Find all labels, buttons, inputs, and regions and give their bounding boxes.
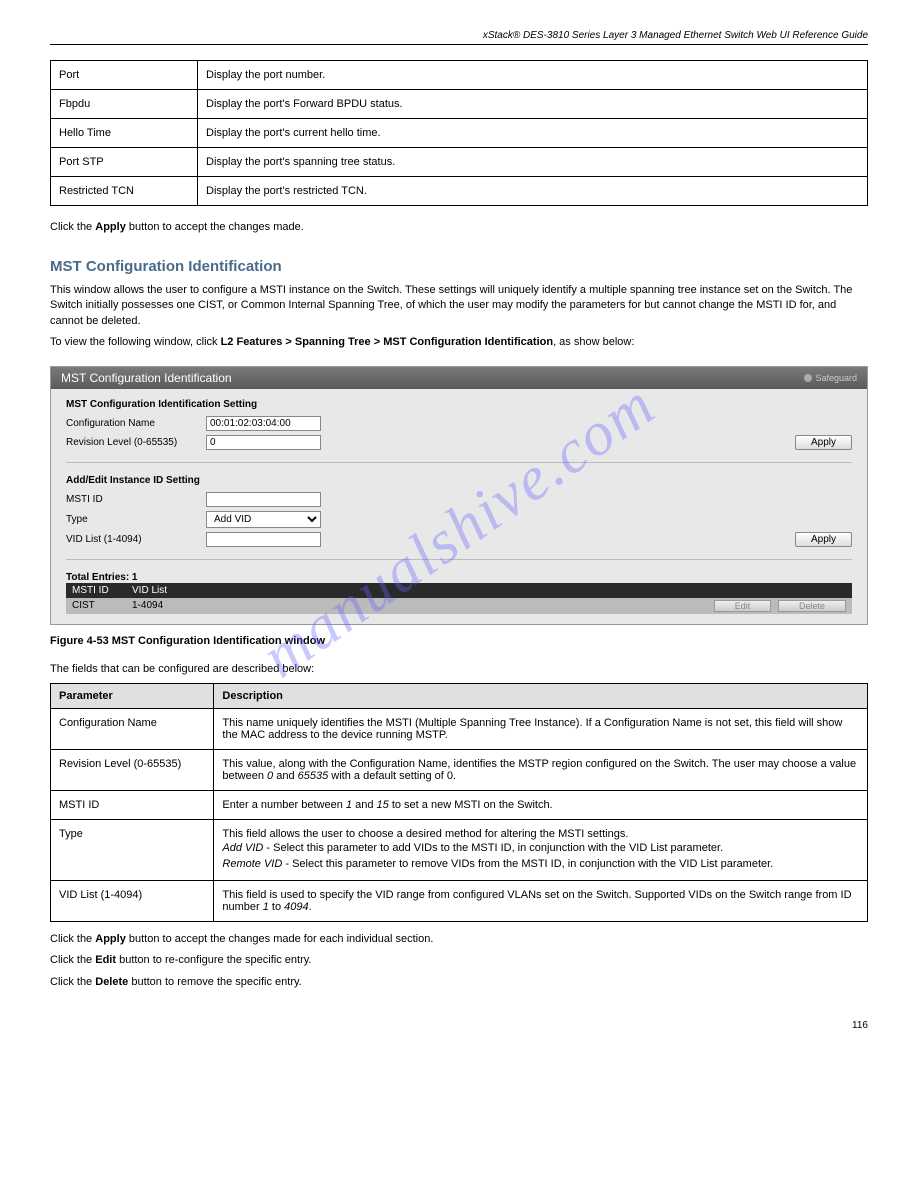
param-name: MSTI ID bbox=[51, 790, 214, 819]
cell-def: Display the port's restricted TCN. bbox=[198, 177, 868, 206]
param-desc: This value, along with the Configuration… bbox=[214, 749, 868, 790]
config-name-label: Configuration Name bbox=[66, 418, 206, 429]
cell-term: Restricted TCN bbox=[51, 177, 198, 206]
param-desc: This field allows the user to choose a d… bbox=[214, 819, 868, 880]
param-name: Configuration Name bbox=[51, 708, 214, 749]
cell-def: Display the port's current hello time. bbox=[198, 119, 868, 148]
revision-level-label: Revision Level (0-65535) bbox=[66, 437, 206, 448]
figure-caption: Figure 4-53 MST Configuration Identifica… bbox=[50, 635, 868, 647]
cell-term: Hello Time bbox=[51, 119, 198, 148]
msti-id-label: MSTI ID bbox=[66, 494, 206, 505]
type-select[interactable]: Add VID bbox=[206, 511, 321, 528]
safeguard-badge: Safeguard bbox=[804, 373, 857, 383]
mst-setting-title: MST Configuration Identification Setting bbox=[66, 399, 852, 410]
safeguard-icon bbox=[804, 374, 812, 382]
config-name-input[interactable] bbox=[206, 416, 321, 431]
table-row: Port STPDisplay the port's spanning tree… bbox=[51, 148, 868, 177]
table-row: VID List (1-4094) This field is used to … bbox=[51, 880, 868, 921]
cell-def: Display the port's spanning tree status. bbox=[198, 148, 868, 177]
apply-note: Click the Apply button to accept the cha… bbox=[50, 221, 868, 233]
page-header: xStack® DES-3810 Series Layer 3 Managed … bbox=[50, 30, 868, 45]
page-number: 116 bbox=[50, 1020, 868, 1031]
col-msti-id: MSTI ID bbox=[66, 583, 126, 598]
table-row: PortDisplay the port number. bbox=[51, 61, 868, 90]
table-row: Revision Level (0-65535) This value, alo… bbox=[51, 749, 868, 790]
divider bbox=[66, 559, 852, 560]
instance-setting-title: Add/Edit Instance ID Setting bbox=[66, 475, 852, 486]
table-row: FbpduDisplay the port's Forward BPDU sta… bbox=[51, 90, 868, 119]
vid-list-input[interactable] bbox=[206, 532, 321, 547]
vid-list-label: VID List (1-4094) bbox=[66, 534, 206, 545]
entries-table: MSTI ID VID List CIST 1-4094 Edit Delete bbox=[66, 583, 852, 614]
nav-path-paragraph: To view the following window, click L2 F… bbox=[50, 335, 868, 350]
table-row: Configuration Name This name uniquely id… bbox=[51, 708, 868, 749]
total-entries: Total Entries: 1 bbox=[66, 572, 852, 583]
apply-button[interactable]: Apply bbox=[795, 532, 852, 547]
edit-button[interactable]: Edit bbox=[714, 600, 772, 612]
divider bbox=[66, 462, 852, 463]
cell-def: Display the port's Forward BPDU status. bbox=[198, 90, 868, 119]
param-desc: This name uniquely identifies the MSTI (… bbox=[214, 708, 868, 749]
panel-title: MST Configuration Identification bbox=[61, 371, 232, 385]
footer-note: Click the Edit button to re-configure th… bbox=[50, 953, 868, 968]
cell-vidlist: 1-4094 bbox=[126, 598, 301, 614]
footer-note: Click the Delete button to remove the sp… bbox=[50, 975, 868, 990]
param-intro: The fields that can be configured are de… bbox=[50, 662, 868, 677]
cell-term: Port STP bbox=[51, 148, 198, 177]
table-row: CIST 1-4094 Edit Delete bbox=[66, 598, 852, 614]
parameters-table: Parameter Description Configuration Name… bbox=[50, 683, 868, 922]
cell-msti: CIST bbox=[66, 598, 126, 614]
revision-level-input[interactable] bbox=[206, 435, 321, 450]
footer-note: Click the Apply button to accept the cha… bbox=[50, 932, 868, 947]
cell-term: Port bbox=[51, 61, 198, 90]
col-vid-list: VID List bbox=[126, 583, 301, 598]
msti-id-input[interactable] bbox=[206, 492, 321, 507]
type-label: Type bbox=[66, 514, 206, 525]
table-row: MSTI ID Enter a number between 1 and 15 … bbox=[51, 790, 868, 819]
col-parameter: Parameter bbox=[51, 683, 214, 708]
definitions-table: PortDisplay the port number. FbpduDispla… bbox=[50, 60, 868, 206]
param-desc: This field is used to specify the VID ra… bbox=[214, 880, 868, 921]
col-description: Description bbox=[214, 683, 868, 708]
param-desc: Enter a number between 1 and 15 to set a… bbox=[214, 790, 868, 819]
param-name: Type bbox=[51, 819, 214, 880]
param-name: Revision Level (0-65535) bbox=[51, 749, 214, 790]
cell-def: Display the port number. bbox=[198, 61, 868, 90]
table-row: Type This field allows the user to choos… bbox=[51, 819, 868, 880]
panel-titlebar: MST Configuration Identification Safegua… bbox=[51, 367, 867, 389]
param-name: VID List (1-4094) bbox=[51, 880, 214, 921]
table-row: Restricted TCNDisplay the port's restric… bbox=[51, 177, 868, 206]
table-row: Hello TimeDisplay the port's current hel… bbox=[51, 119, 868, 148]
apply-button[interactable]: Apply bbox=[795, 435, 852, 450]
section-heading: MST Configuration Identification bbox=[50, 258, 868, 275]
section-paragraph: This window allows the user to configure… bbox=[50, 283, 868, 329]
delete-button[interactable]: Delete bbox=[778, 600, 846, 612]
cell-term: Fbpdu bbox=[51, 90, 198, 119]
mst-config-screenshot: MST Configuration Identification Safegua… bbox=[50, 366, 868, 625]
